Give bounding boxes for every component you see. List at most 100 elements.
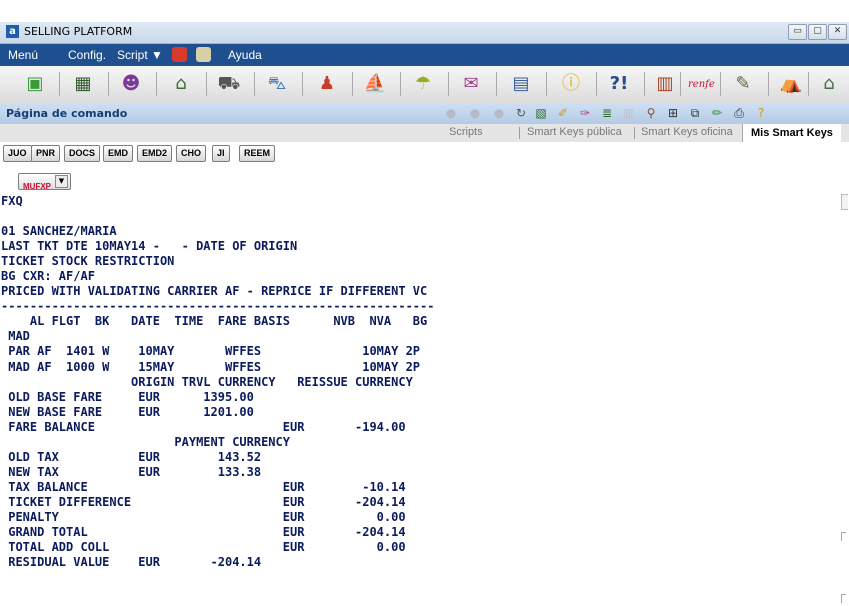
terminal-line: GRAND TOTAL EUR -204.14: [1, 525, 406, 540]
terminal-line: NEW TAX EUR 133.38: [1, 464, 262, 479]
terminal-line: BG CXR: AF/AF: [1, 269, 95, 284]
grid-icon[interactable]: ▥: [622, 106, 636, 120]
brush-icon[interactable]: ✐: [556, 106, 570, 120]
maximize-button[interactable]: ▢: [808, 24, 827, 40]
list-icon[interactable]: ≣: [600, 106, 614, 120]
hotel-icon[interactable]: ⌂: [166, 71, 196, 97]
chevron-down-icon[interactable]: ▼: [55, 175, 68, 188]
toolbar-separator: [206, 72, 207, 96]
terminal-line: OLD TAX EUR 143.52: [1, 449, 262, 464]
terminal-line: PRICED WITH VALIDATING CARRIER AF - REPR…: [1, 284, 428, 299]
scrollbar-handle[interactable]: [841, 194, 848, 210]
terminal-line: FXQ: [1, 194, 23, 208]
print-icon[interactable]: ⎙: [732, 106, 746, 120]
tools-icon[interactable]: ✎: [728, 71, 758, 97]
smart-keys-bar: JUO PNR DOCS EMD EMD2 CHO JI REEM: [0, 142, 849, 166]
cube-icon[interactable]: ▣: [20, 71, 50, 97]
smart-key-cho[interactable]: CHO: [176, 145, 206, 162]
command-page-header: Página de comando ● ● ● ↻ ▧ ✐ ✑ ≣ ▥ ⚲ ⊞ …: [0, 103, 849, 125]
terminal-line: LAST TKT DTE 10MAY14 - - DATE OF ORIGIN: [1, 239, 298, 254]
terminal-line: NEW BASE FARE EUR 1201.00: [1, 404, 254, 419]
mufxp-dropdown[interactable]: MUFXP ▼: [18, 173, 71, 191]
cruise-icon[interactable]: ⛵: [360, 71, 390, 97]
smart-keys-tabs: Scripts Smart Keys pública Smart Keys of…: [0, 124, 849, 143]
agent-icon[interactable]: ☻: [116, 71, 146, 97]
main-toolbar: ▣ ▦ ☻ ⌂ ⛟ ⛍ ♟ ⛵ ☂ ✉ ▤ ⓘ ?! ▥ renfe ✎ ⛺ ⌂: [0, 66, 849, 104]
toolbar-separator: [448, 72, 449, 96]
terminal-line: MAD AF 1000 W 15MAY WFFES 10MAY 2P: [1, 359, 421, 374]
terminal-line: TAX BALANCE EUR -10.14: [1, 479, 406, 494]
car-icon[interactable]: ⛍: [262, 71, 292, 97]
document-icon[interactable]: ▤: [506, 71, 536, 97]
terminal-line: TICKET STOCK RESTRICTION: [1, 254, 175, 269]
toolbar-separator: [59, 72, 60, 96]
smart-key-emd2[interactable]: EMD2: [137, 145, 173, 162]
tab-separator: [634, 127, 635, 139]
tab-scripts[interactable]: Scripts: [449, 126, 483, 138]
toolbar-separator: [108, 72, 109, 96]
stop-icon[interactable]: ●: [492, 106, 506, 120]
help-icon[interactable]: ?: [754, 106, 768, 120]
add-traveler-icon[interactable]: ♟: [312, 71, 342, 97]
command-page-title: Página de comando: [6, 107, 128, 120]
toolbar-separator: [496, 72, 497, 96]
monitor-icon[interactable]: ▦: [68, 71, 98, 97]
building-icon[interactable]: ▥: [650, 71, 680, 97]
smart-key-juo[interactable]: JUO: [3, 145, 32, 162]
train-icon[interactable]: ⛟: [214, 71, 244, 97]
terminal-line: TICKET DIFFERENCE EUR -204.14: [1, 494, 406, 509]
minimize-button[interactable]: ▭: [788, 24, 807, 40]
scroll-marker: [841, 594, 846, 603]
smart-key-docs[interactable]: DOCS: [64, 145, 101, 162]
app-logo-icon: a: [6, 25, 19, 38]
terminal-area[interactable]: MUFXP ▼ FXQ 01 SANCHEZ/MARIA LAST TKT DTE…: [0, 166, 849, 606]
insurance-icon[interactable]: ☂: [408, 71, 438, 97]
queue-icon[interactable]: ✉: [456, 71, 486, 97]
toolbar-separator: [680, 72, 681, 96]
terminal-line: AL FLGT BK DATE TIME FARE BASIS NVB NVA …: [1, 314, 428, 329]
terminal-line: ORIGIN TRVL CURRENCY REISSUE CURRENCY: [1, 374, 413, 389]
terminal-output[interactable]: FXQ 01 SANCHEZ/MARIA LAST TKT DTE 10MAY1…: [1, 194, 434, 570]
terminal-line: OLD BASE FARE EUR 1395.00: [1, 389, 254, 404]
terminal-line: FARE BALANCE EUR -194.00: [1, 419, 406, 434]
marker-icon[interactable]: ✑: [578, 106, 592, 120]
smart-key-ji[interactable]: JI: [212, 145, 230, 162]
tab-mis-smart-keys[interactable]: Mis Smart Keys: [742, 124, 841, 142]
toolbar-separator: [596, 72, 597, 96]
bus-icon[interactable]: ⛺: [776, 71, 806, 97]
menu-ayuda[interactable]: Ayuda: [228, 48, 262, 62]
tab-smart-keys-oficina[interactable]: Smart Keys oficina: [641, 126, 733, 138]
table-icon[interactable]: ⊞: [666, 106, 680, 120]
menu-script[interactable]: Script ▼: [117, 48, 163, 62]
terminal-line: RESIDUAL VALUE EUR -204.14: [1, 555, 262, 570]
smart-key-emd[interactable]: EMD: [103, 145, 133, 162]
smart-key-pnr[interactable]: PNR: [31, 145, 61, 162]
toolbar-separator: [808, 72, 809, 96]
menu-menu[interactable]: Menú: [8, 48, 38, 62]
renfe-logo[interactable]: renfe: [688, 79, 715, 90]
more-icon[interactable]: ⌂: [814, 71, 844, 97]
edit-icon[interactable]: ✏: [710, 106, 724, 120]
refresh-icon[interactable]: ↻: [514, 106, 528, 120]
menu-bar: Menú Config. Script ▼ Ayuda: [0, 44, 849, 66]
info-icon[interactable]: ⓘ: [556, 71, 586, 97]
tab-smart-keys-publica[interactable]: Smart Keys pública: [527, 126, 622, 138]
terminal-line: PENALTY EUR 0.00: [1, 509, 406, 524]
search-icon[interactable]: ⚲: [644, 106, 658, 120]
scroll-marker: [841, 532, 846, 541]
close-button[interactable]: ✕: [828, 24, 847, 40]
toolbar-separator: [720, 72, 721, 96]
smart-key-reem[interactable]: REEM: [239, 145, 276, 162]
terminal-line: MAD: [1, 329, 30, 344]
help-icon[interactable]: ?!: [604, 71, 634, 97]
book-icon[interactable]: [196, 47, 211, 62]
tab-separator: [519, 127, 520, 139]
play-icon[interactable]: ●: [468, 106, 482, 120]
copy-icon[interactable]: ⧉: [688, 106, 702, 120]
mufxp-label: MUFXP: [23, 182, 51, 191]
pause-icon[interactable]: ●: [444, 106, 458, 120]
toolbar-separator: [352, 72, 353, 96]
notebook-icon[interactable]: ▧: [534, 106, 548, 120]
menu-config[interactable]: Config.: [68, 48, 106, 62]
script-tool-icon[interactable]: [172, 47, 187, 62]
